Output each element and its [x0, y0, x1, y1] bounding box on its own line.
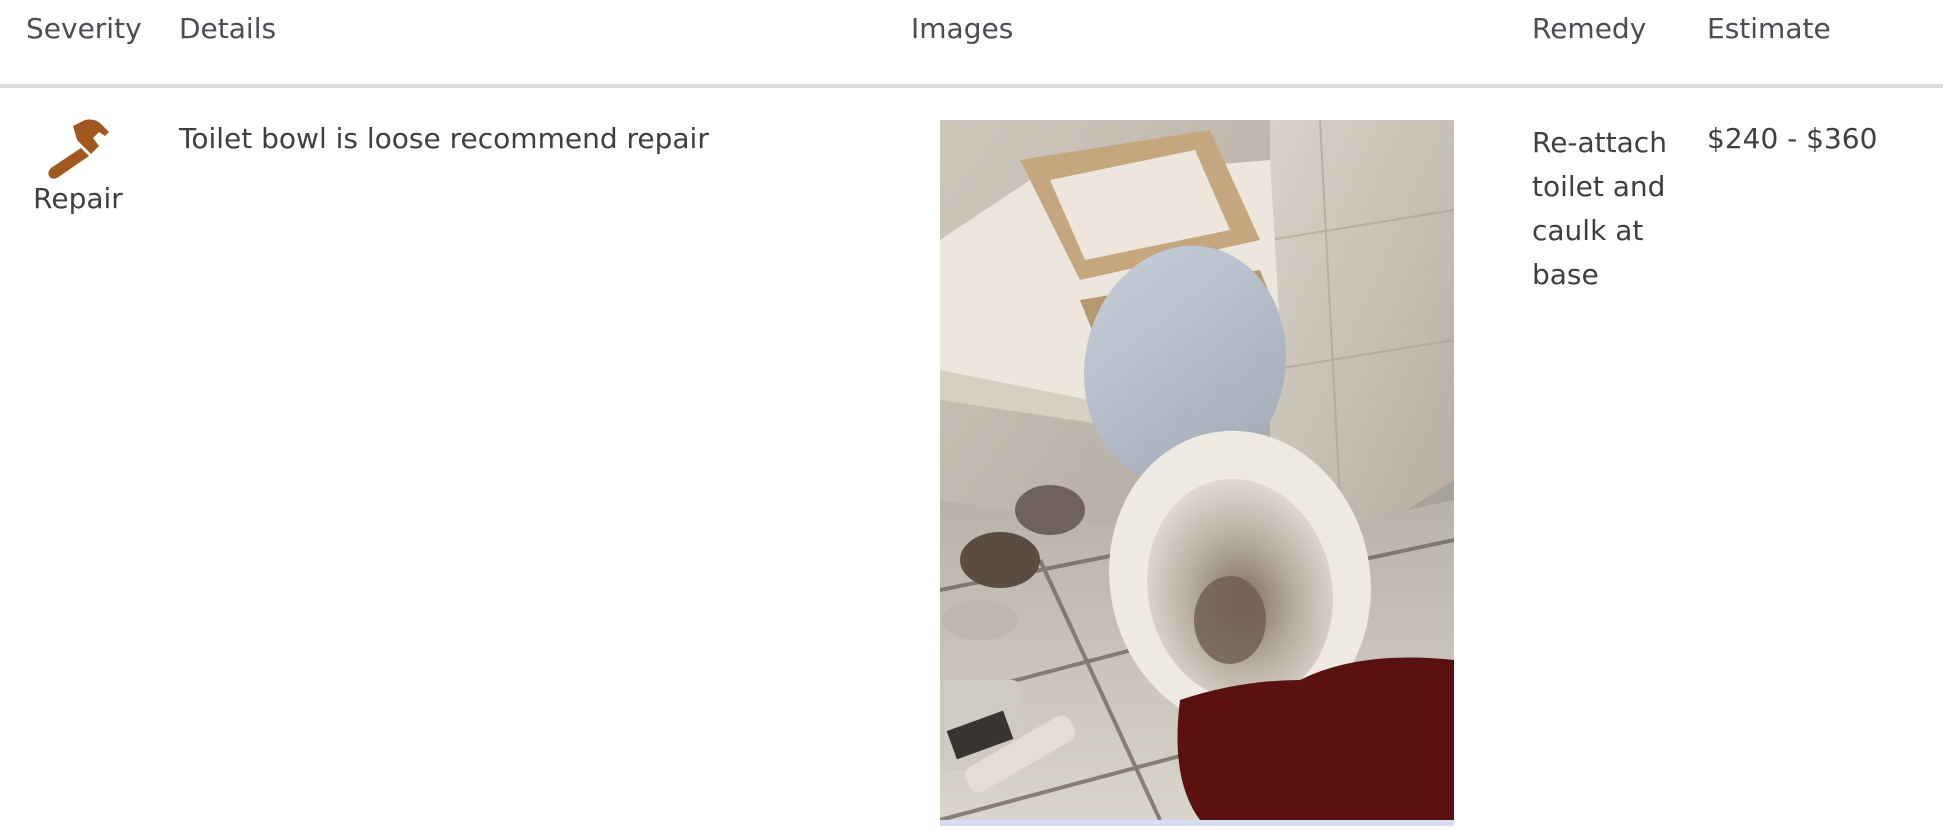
details-text: Toilet bowl is loose recommend repair: [179, 122, 709, 155]
header-severity[interactable]: Severity: [26, 12, 142, 46]
findings-table: Severity Details Images Remedy Estimate …: [0, 0, 1943, 830]
table-header: Severity Details Images Remedy Estimate: [0, 0, 1943, 88]
table-row: Repair Toilet bowl is loose recommend re…: [0, 88, 1943, 830]
severity-label: Repair: [33, 182, 123, 215]
header-remedy[interactable]: Remedy: [1532, 12, 1646, 46]
hammer-icon: [26, 118, 130, 180]
header-estimate[interactable]: Estimate: [1707, 12, 1831, 46]
severity-cell: Repair: [26, 118, 130, 216]
toilet-photo[interactable]: [940, 120, 1454, 826]
header-details[interactable]: Details: [179, 12, 276, 46]
header-images[interactable]: Images: [911, 12, 1013, 46]
remedy-text: Re-attach toilet and caulk at base: [1532, 126, 1667, 291]
estimate-text: $240 - $360: [1707, 122, 1878, 155]
